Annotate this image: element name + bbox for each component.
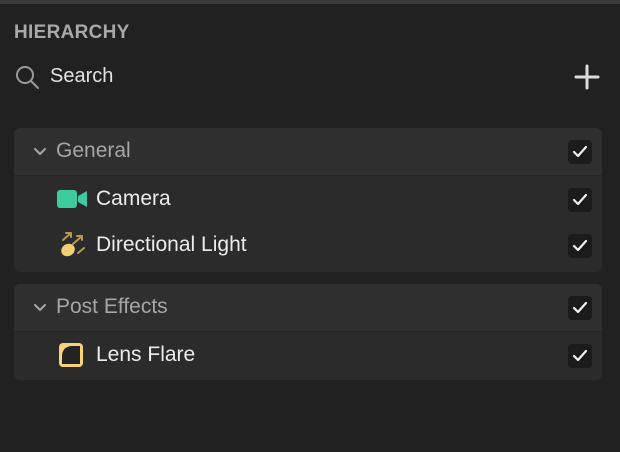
directional-light-checkbox[interactable] (568, 234, 592, 258)
list-item-camera[interactable]: Camera (14, 176, 602, 222)
chevron-down-icon[interactable] (32, 146, 48, 158)
list-item-label: Camera (96, 187, 171, 210)
checkmark-icon (572, 239, 588, 252)
list-item-lens-flare[interactable]: Lens Flare (14, 332, 602, 378)
lens-flare-icon (59, 343, 83, 367)
group-post-effects-checkbox[interactable] (568, 296, 592, 320)
search-bar (14, 60, 602, 94)
checkmark-icon (572, 301, 588, 314)
list-item-label: Directional Light (96, 233, 247, 256)
group-header-general[interactable]: General (14, 128, 602, 176)
group-label: Post Effects (56, 295, 168, 318)
plus-icon (574, 64, 600, 90)
camera-checkbox[interactable] (568, 188, 592, 212)
checkmark-icon (572, 193, 588, 206)
add-button[interactable] (572, 62, 602, 92)
directional-light-icon (61, 232, 85, 257)
panel-title: HIERARCHY (14, 22, 130, 43)
camera-icon (57, 190, 87, 208)
search-input[interactable] (50, 62, 490, 90)
lens-flare-checkbox[interactable] (568, 344, 592, 368)
checkmark-icon (572, 349, 588, 362)
list-item-label: Lens Flare (96, 343, 196, 366)
list-item-directional-light[interactable]: Directional Light (14, 222, 602, 268)
group-post-effects: Post Effects Lens Flare (14, 284, 602, 380)
group-header-post-effects[interactable]: Post Effects (14, 284, 602, 332)
panel-top-border (0, 0, 620, 4)
checkmark-icon (572, 145, 588, 158)
search-icon (16, 66, 39, 89)
group-label: General (56, 139, 131, 162)
group-general-checkbox[interactable] (568, 140, 592, 164)
group-general: General Camera Directional Light (14, 128, 602, 272)
chevron-down-icon[interactable] (32, 302, 48, 314)
